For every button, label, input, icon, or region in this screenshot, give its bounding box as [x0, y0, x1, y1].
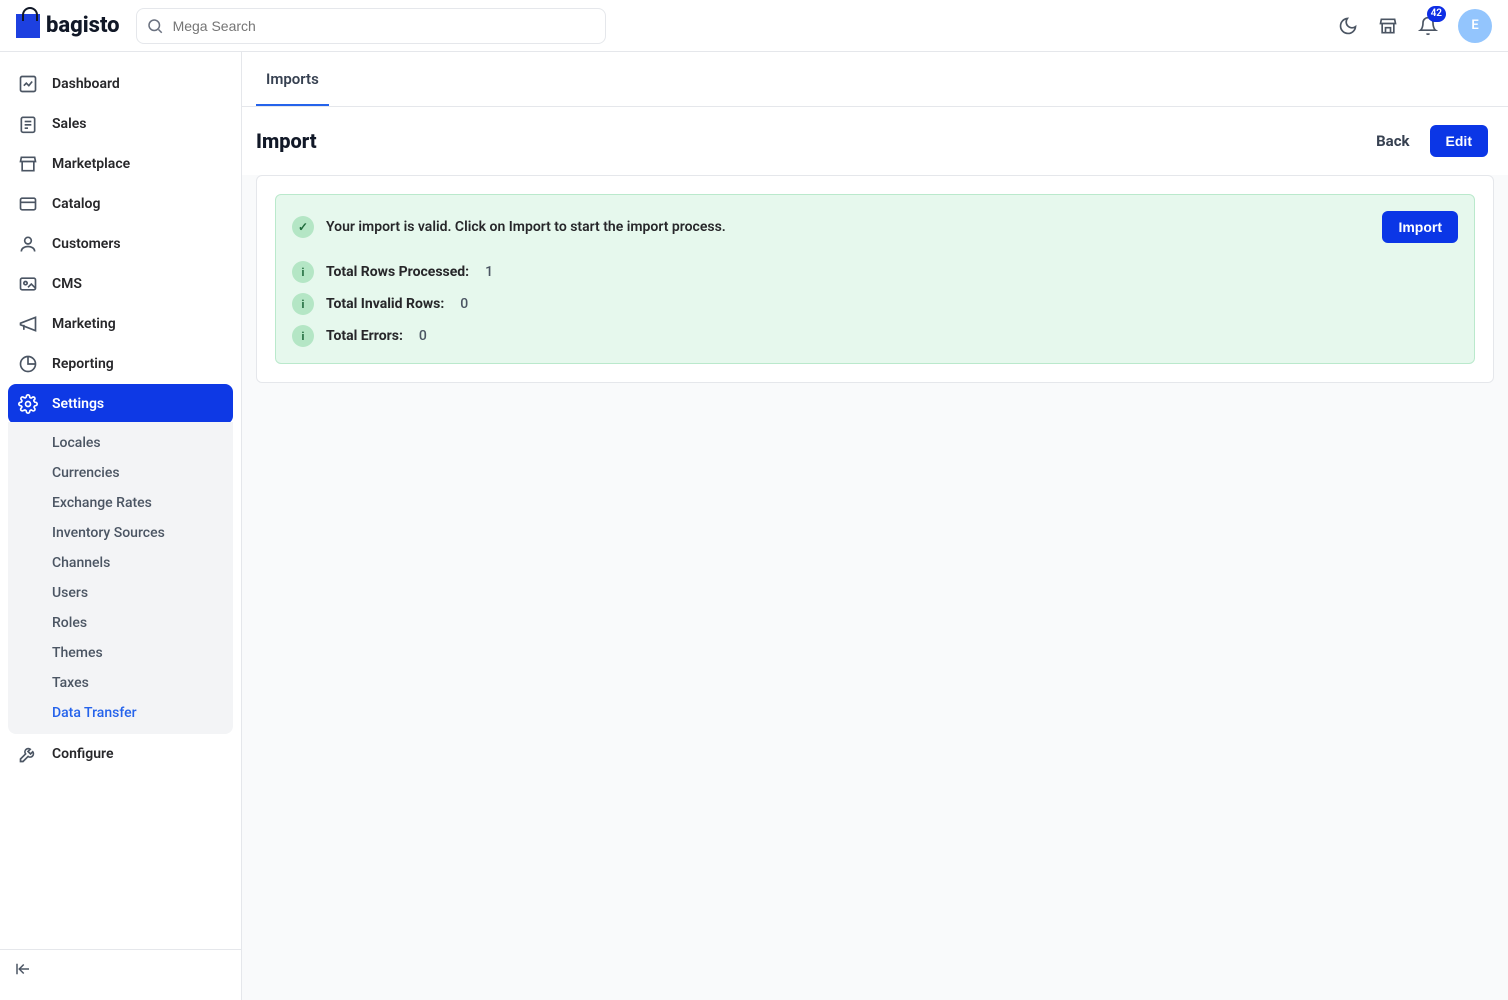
sidebar-item-label: Reporting [52, 356, 114, 372]
sub-item-inventory-sources[interactable]: Inventory Sources [8, 518, 233, 548]
configure-icon [18, 744, 38, 764]
edit-button[interactable]: Edit [1430, 125, 1488, 157]
catalog-icon [18, 194, 38, 214]
reporting-icon [18, 354, 38, 374]
sidebar-item-sales[interactable]: Sales [8, 104, 233, 144]
sidebar-item-reporting[interactable]: Reporting [8, 344, 233, 384]
search-wrap [136, 8, 606, 44]
sub-item-users[interactable]: Users [8, 578, 233, 608]
header-actions: 42 E [1338, 9, 1492, 43]
sub-item-locales[interactable]: Locales [8, 428, 233, 458]
brand-logo[interactable]: bagisto [16, 13, 120, 38]
sidebar-item-label: Configure [52, 746, 113, 762]
errors-value: 0 [419, 328, 427, 344]
avatar-initial: E [1471, 18, 1478, 33]
import-card: ✓ Your import is valid. Click on Import … [256, 175, 1494, 383]
sidebar: Dashboard Sales Marketplace Catalog Cust… [0, 52, 242, 1000]
sidebar-item-customers[interactable]: Customers [8, 224, 233, 264]
sidebar-item-catalog[interactable]: Catalog [8, 184, 233, 224]
sidebar-collapse-button[interactable] [0, 949, 241, 988]
customers-icon [18, 234, 38, 254]
sub-item-roles[interactable]: Roles [8, 608, 233, 638]
sidebar-item-marketing[interactable]: Marketing [8, 304, 233, 344]
info-icon: i [292, 293, 314, 315]
cms-icon [18, 274, 38, 294]
search-input[interactable] [136, 8, 606, 44]
bag-icon [16, 14, 40, 38]
sub-item-data-transfer[interactable]: Data Transfer [8, 698, 233, 728]
tab-imports[interactable]: Imports [256, 52, 329, 106]
sidebar-item-configure[interactable]: Configure [8, 734, 233, 774]
notifications-button[interactable]: 42 [1418, 16, 1438, 36]
sidebar-item-settings[interactable]: Settings [8, 384, 233, 424]
marketplace-icon [18, 154, 38, 174]
sidebar-item-label: CMS [52, 276, 82, 292]
page-actions: Back Edit [1376, 125, 1488, 157]
header: bagisto 42 E [0, 0, 1508, 52]
errors-label: Total Errors: [326, 328, 403, 344]
info-icon: i [292, 261, 314, 283]
back-button[interactable]: Back [1376, 132, 1409, 150]
sidebar-item-label: Catalog [52, 196, 100, 212]
sidebar-item-label: Marketing [52, 316, 116, 332]
invalid-rows-value: 0 [460, 296, 468, 312]
info-icon: i [292, 325, 314, 347]
sidebar-item-label: Customers [52, 236, 121, 252]
storefront-icon[interactable] [1378, 16, 1398, 36]
collapse-icon [14, 960, 227, 978]
rows-processed-label: Total Rows Processed: [326, 264, 469, 280]
sidebar-item-label: Dashboard [52, 76, 120, 92]
sub-item-taxes[interactable]: Taxes [8, 668, 233, 698]
sub-item-channels[interactable]: Channels [8, 548, 233, 578]
tabs: Imports [242, 52, 1508, 107]
sub-item-currencies[interactable]: Currencies [8, 458, 233, 488]
sidebar-item-label: Sales [52, 116, 86, 132]
main-content: Imports Import Back Edit ✓ Your import i… [242, 52, 1508, 1000]
settings-submenu: Locales Currencies Exchange Rates Invent… [8, 422, 233, 734]
avatar[interactable]: E [1458, 9, 1492, 43]
rows-processed-value: 1 [485, 264, 493, 280]
invalid-rows-label: Total Invalid Rows: [326, 296, 444, 312]
dashboard-icon [18, 74, 38, 94]
sidebar-item-dashboard[interactable]: Dashboard [8, 64, 233, 104]
page-title: Import [256, 129, 317, 153]
check-icon: ✓ [292, 216, 314, 238]
brand-text: bagisto [46, 13, 120, 38]
dark-mode-icon[interactable] [1338, 16, 1358, 36]
sidebar-item-cms[interactable]: CMS [8, 264, 233, 304]
search-icon [146, 17, 164, 35]
sales-icon [18, 114, 38, 134]
sub-item-themes[interactable]: Themes [8, 638, 233, 668]
alert-message: Your import is valid. Click on Import to… [326, 219, 726, 235]
marketing-icon [18, 314, 38, 334]
validation-alert: ✓ Your import is valid. Click on Import … [275, 194, 1475, 364]
sub-item-exchange-rates[interactable]: Exchange Rates [8, 488, 233, 518]
sidebar-item-label: Marketplace [52, 156, 130, 172]
page-header: Import Back Edit [242, 107, 1508, 175]
settings-icon [18, 394, 38, 414]
sidebar-item-marketplace[interactable]: Marketplace [8, 144, 233, 184]
import-button[interactable]: Import [1382, 211, 1458, 243]
sidebar-item-label: Settings [52, 396, 104, 412]
notification-badge: 42 [1427, 6, 1446, 22]
